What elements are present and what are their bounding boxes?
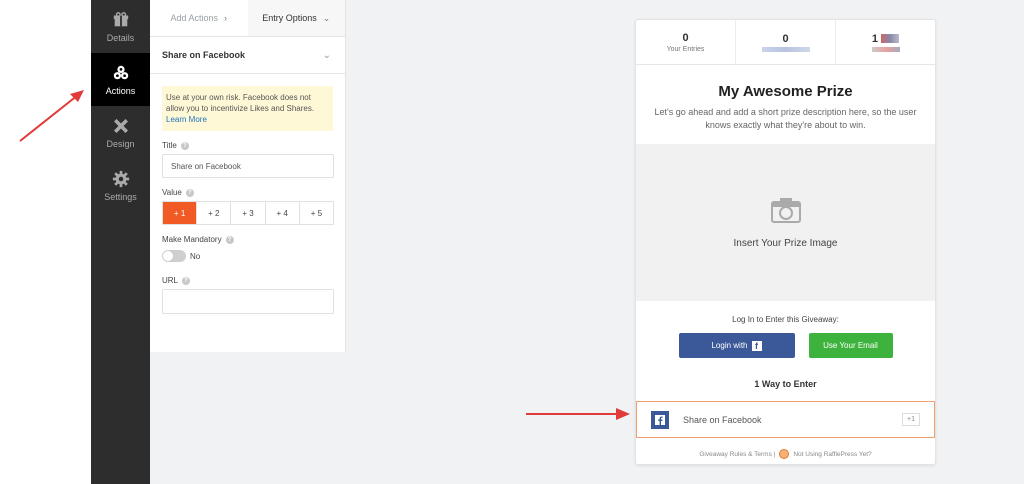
label-text: URL — [162, 276, 179, 285]
login-facebook-button[interactable]: Login with f — [678, 333, 795, 358]
chevron-right-icon: › — [224, 13, 228, 23]
facebook-icon: f — [751, 340, 762, 351]
section-title: Share on Facebook — [162, 50, 246, 60]
title-input[interactable]: Share on Facebook — [162, 154, 334, 178]
url-field-label: URL ? — [162, 276, 333, 285]
stat-your-entries: 0 Your Entries — [636, 20, 736, 64]
value-option-2[interactable]: + 2 — [197, 202, 232, 224]
options-panel: Add Actions › Entry Options ⌄ Share on F… — [150, 0, 346, 352]
stat-total-entries: 0 — [736, 20, 836, 64]
login-block: Log In to Enter this Giveaway: Login wit… — [636, 301, 935, 358]
use-email-button[interactable]: Use Your Email — [808, 333, 893, 358]
value-option-3[interactable]: + 3 — [231, 202, 266, 224]
toggle-state: No — [190, 251, 201, 261]
left-margin — [0, 0, 91, 484]
label-text: Title — [162, 141, 177, 150]
tab-add-actions[interactable]: Add Actions › — [150, 0, 248, 36]
chevron-down-icon: ⌄ — [322, 49, 331, 61]
mandatory-field-label: Make Mandatory ? — [162, 235, 333, 244]
label-text: Make Mandatory — [162, 235, 222, 244]
app-canvas: Details Actions Design Settings Add Acti… — [0, 0, 1024, 484]
sidebar-item-label: Details — [106, 32, 135, 43]
login-hint: Log In to Enter this Giveaway: — [732, 315, 839, 324]
stat-number: 0 — [782, 32, 789, 45]
mandatory-toggle-row: No — [162, 250, 333, 262]
tab-label: Add Actions — [170, 13, 219, 23]
stat-number: 1 — [872, 33, 900, 45]
value-option-1[interactable]: + 1 — [163, 202, 198, 224]
help-icon[interactable]: ? — [180, 141, 189, 150]
gift-icon — [113, 11, 128, 26]
chevron-down-icon: ⌄ — [322, 12, 331, 23]
stat-time-left: 1 — [836, 20, 935, 64]
stat-number: 0 — [682, 31, 689, 44]
title-field-label: Title ? — [162, 141, 333, 150]
prize-title: My Awesome Prize — [718, 83, 853, 100]
cubes-icon — [113, 65, 128, 79]
sidebar-item-label: Design — [106, 138, 135, 149]
url-input[interactable] — [162, 289, 334, 314]
icon-sidebar: Details Actions Design Settings — [91, 0, 150, 484]
ways-to-enter-title: 1 Way to Enter — [754, 379, 817, 389]
stat-label — [761, 46, 810, 52]
value-selector: + 1 + 2 + 3 + 4 + 5 — [162, 201, 334, 225]
gear-icon — [112, 170, 129, 187]
preview-footer: Giveaway Rules & Terms | Not Using Raffl… — [636, 449, 935, 459]
value-option-5[interactable]: + 5 — [300, 202, 333, 224]
arrow-annotation — [19, 90, 84, 142]
sidebar-item-label: Actions — [105, 85, 136, 96]
prize-image-placeholder[interactable]: Insert Your Prize Image — [636, 144, 935, 301]
arrow-annotation — [526, 408, 630, 420]
prize-description: Let's go ahead and add a short prize des… — [654, 107, 917, 130]
learn-more-link[interactable]: Learn More — [166, 115, 207, 124]
image-caption: Insert Your Prize Image — [733, 238, 838, 249]
sidebar-item-settings[interactable]: Settings — [91, 159, 150, 212]
camera-icon — [770, 198, 801, 223]
panel-tabs: Add Actions › Entry Options ⌄ — [150, 0, 345, 37]
value-field-label: Value ? — [162, 188, 333, 197]
mandatory-toggle[interactable] — [162, 250, 186, 262]
stat-label: Your Entries — [666, 45, 705, 53]
help-icon[interactable]: ? — [185, 188, 194, 197]
entry-label: Share on Facebook — [683, 414, 762, 425]
value-option-4[interactable]: + 4 — [266, 202, 300, 224]
help-icon[interactable]: ? — [225, 235, 234, 244]
section-header[interactable]: Share on Facebook ⌄ — [150, 37, 345, 74]
sidebar-item-actions[interactable]: Actions — [91, 53, 150, 106]
login-buttons: Login with f Use Your Email — [636, 333, 935, 358]
label-text: Value — [162, 188, 182, 197]
tab-entry-options[interactable]: Entry Options ⌄ — [247, 0, 345, 36]
rules-link[interactable]: Giveaway Rules & Terms | — [699, 451, 775, 458]
not-using-link[interactable]: Not Using RafflePress Yet? — [793, 451, 871, 458]
warning-notice: Use at your own risk. Facebook does not … — [162, 86, 333, 131]
entry-share-facebook[interactable]: Share on Facebook +1 — [636, 401, 935, 438]
tab-label: Entry Options — [262, 13, 317, 23]
pencil-ruler-icon — [113, 118, 128, 133]
stats-bar: 0 Your Entries 0 1 — [636, 20, 935, 65]
sidebar-item-design[interactable]: Design — [91, 106, 150, 159]
facebook-icon — [651, 410, 669, 429]
sidebar-item-label: Settings — [104, 191, 137, 202]
sidebar-item-details[interactable]: Details — [91, 0, 150, 53]
notice-text: Use at your own risk. Facebook does not … — [166, 93, 315, 113]
stat-label — [871, 46, 900, 52]
help-icon[interactable]: ? — [182, 276, 191, 285]
rafflepress-logo-icon — [779, 449, 790, 459]
giveaway-preview: 0 Your Entries 0 1 My Awesome Prize Let'… — [635, 19, 936, 465]
button-label: Login with — [711, 341, 748, 350]
entry-value-badge: +1 — [902, 413, 920, 426]
